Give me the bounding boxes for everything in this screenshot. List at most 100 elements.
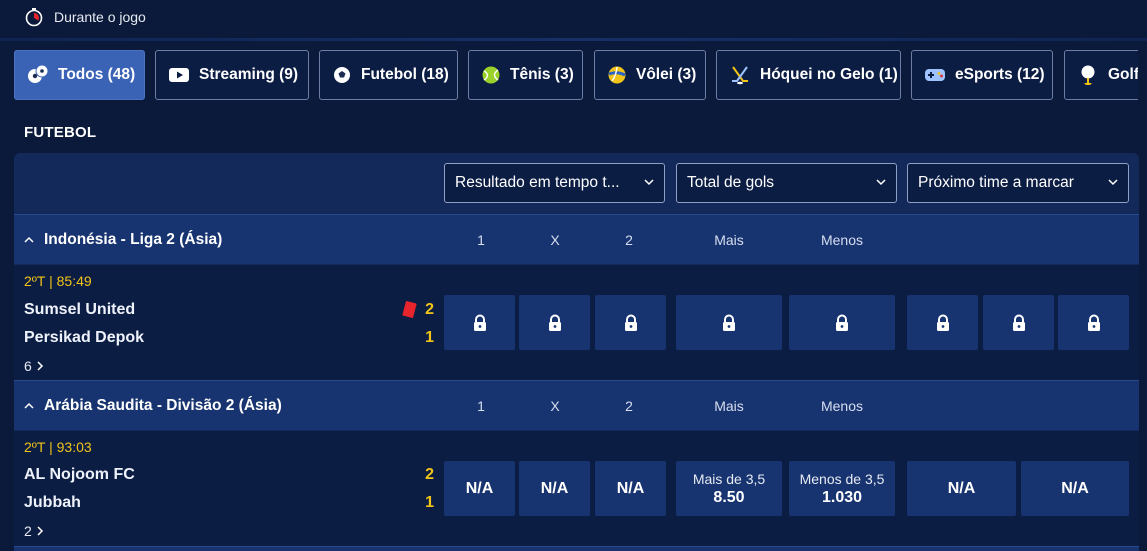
tab-esports[interactable]: eSports (12) [911,50,1053,100]
odd-button-locked[interactable] [676,295,782,350]
lock-icon [1087,314,1100,331]
odd-button-locked[interactable] [595,295,666,350]
odd-button-under[interactable]: Menos de 3,5 1.030 [789,461,895,516]
column-header: X [550,398,560,414]
away-score: 1 [425,494,434,511]
hockey-sticks-icon [729,64,751,86]
match-clock: 2ºT | 93:03 [24,439,92,455]
column-header: Menos [820,398,864,414]
play-icon [168,64,190,86]
tab-todos[interactable]: Todos (48) [14,50,145,100]
market-select-next-team[interactable]: Próximo time a marcar [907,163,1129,203]
league-name: Arábia Saudita - Divisão 2 (Ásia) [44,397,282,414]
column-header: 2 [625,232,633,248]
gamepad-icon [924,64,946,86]
volleyball-icon [607,64,627,86]
soccer-balls-icon [27,64,49,86]
home-team[interactable]: AL Nojoom FC [24,466,135,484]
odd-value: N/A [540,479,569,497]
odd-button-next-home[interactable]: N/A [907,461,1016,516]
odd-value: N/A [947,479,976,497]
odd-button-locked[interactable] [907,295,978,350]
away-team[interactable]: Jubbah [24,494,81,512]
odd-button-home[interactable]: N/A [444,461,515,516]
live-title: Durante o jogo [54,9,146,25]
tab-tenis[interactable]: Tênis (3) [468,50,583,100]
column-header: 1 [477,232,485,248]
lock-icon [723,314,735,331]
tab-label: Todos (48) [58,66,136,83]
section-title: FUTEBOL [24,124,97,141]
tab-label: Vôlei (3) [636,66,697,83]
match-clock: 2ºT | 85:49 [24,273,92,289]
league-header[interactable]: Arábia Saudita - Divisão 2 (Ásia) 1 X 2 … [14,380,1139,430]
tab-label: Hóquei no Gelo (1) [760,66,898,83]
league-title: Indonésia - Liga 2 (Ásia) [24,215,222,265]
odd-button-next-away[interactable]: N/A [1021,461,1129,516]
chevron-down-icon [644,179,654,186]
lock-icon [473,314,486,331]
stopwatch-icon [25,8,43,27]
lock-icon [936,314,949,331]
live-header: Durante o jogo [0,0,1147,34]
chevron-right-icon [37,361,43,371]
odd-button-away[interactable]: N/A [595,461,666,516]
lock-icon [548,314,561,331]
home-score: 2 [425,466,434,483]
tab-label: eSports (12) [955,66,1045,83]
select-value: Total de gols [687,174,775,191]
tab-hoquei[interactable]: Hóquei no Gelo (1) [716,50,901,100]
league-header[interactable]: Indonésia - Liga 2 (Ásia) 1 X 2 Mais Men… [14,214,1139,264]
odd-button-over[interactable]: Mais de 3,5 8.50 [676,461,782,516]
odd-button-draw[interactable]: N/A [519,461,590,516]
league-name: Indonésia - Liga 2 (Ásia) [44,231,223,248]
market-select-total-goals[interactable]: Total de gols [676,163,897,203]
chevron-up-icon [24,402,34,409]
tab-label: Tênis (3) [510,66,574,83]
column-header: Mais [714,232,744,248]
away-team[interactable]: Persikad Depok [24,329,144,347]
odd-button-locked[interactable] [1058,295,1129,350]
home-score: 2 [425,301,434,318]
market-select-result[interactable]: Resultado em tempo t... [444,163,665,203]
lock-icon [624,314,637,331]
chevron-down-icon [1108,179,1118,186]
odd-label: Menos de 3,5 [799,470,885,487]
events-panel: Resultado em tempo t... Total de gols Pr… [14,153,1139,551]
odd-value: 8.50 [713,488,745,506]
chevron-right-icon [37,526,43,536]
home-team[interactable]: Sumsel United [24,301,135,319]
tennis-ball-icon [481,64,501,86]
tab-volei[interactable]: Vôlei (3) [594,50,706,100]
golf-ball-icon [1077,64,1099,86]
tab-futebol[interactable]: Futebol (18) [319,50,458,100]
odd-value: N/A [616,479,645,497]
odd-button-locked[interactable] [444,295,515,350]
column-header: Menos [820,232,864,248]
more-markets-link[interactable]: 6 [24,358,44,374]
chevron-up-icon [24,236,34,243]
divider [0,38,1147,41]
away-score: 1 [425,329,434,346]
tab-label: Golfe [1108,66,1138,83]
soccer-ball-icon [332,64,352,86]
column-header: Mais [714,398,744,414]
league-title: Arábia Saudita - Divisão 2 (Ásia) [24,381,282,431]
tab-golfe[interactable]: Golfe [1064,50,1138,100]
select-value: Próximo time a marcar [918,174,1074,191]
odd-value: N/A [1061,479,1089,497]
odd-button-locked[interactable] [789,295,895,350]
sports-tab-bar: Todos (48) Streaming (9) Futebol (18) Tê… [14,50,1138,100]
chevron-down-icon [876,179,886,186]
column-header: 1 [477,398,485,414]
odd-button-locked[interactable] [983,295,1054,350]
tab-streaming[interactable]: Streaming (9) [155,50,309,100]
tab-label: Futebol (18) [361,66,449,83]
odd-button-locked[interactable] [519,295,590,350]
tab-label: Streaming (9) [199,66,299,83]
more-markets-link[interactable]: 2 [24,523,44,539]
red-card-icon [402,300,417,319]
lock-icon [836,314,848,331]
match-row: 2ºT | 85:49 Sumsel United Persikad Depok… [14,265,1139,380]
column-header: X [550,232,560,248]
